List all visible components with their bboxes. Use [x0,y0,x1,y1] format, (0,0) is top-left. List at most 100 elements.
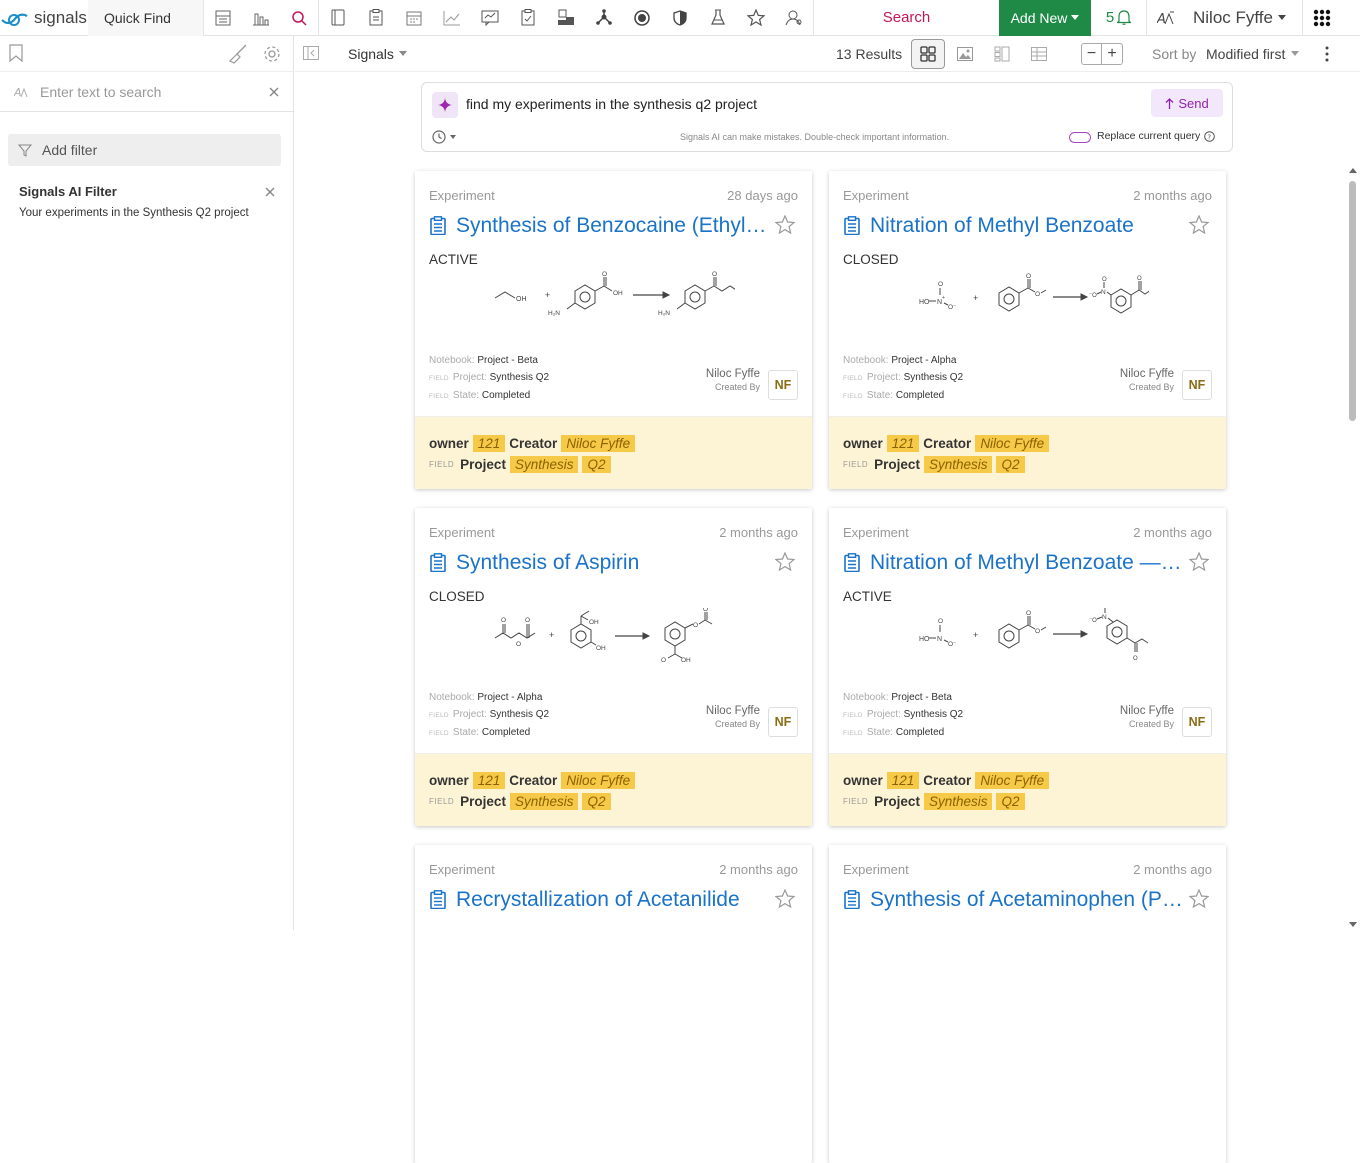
notebook-value[interactable]: Project - Beta [477,355,538,366]
remove-ai-filter-icon[interactable] [265,187,275,197]
ai-query-input[interactable]: find my experiments in the synthesis q2 … [466,96,757,112]
notifications-button[interactable]: 5 [1091,0,1147,36]
app-grid-icon[interactable] [1303,0,1341,36]
results-scrollbar[interactable] [1346,165,1360,930]
add-new-button[interactable]: Add New [999,0,1091,36]
view-mode-switcher [911,38,1059,69]
result-card[interactable]: Experiment 2 months ago Nitration of Methy… [829,508,1226,826]
zoom-out-button[interactable]: − [1082,43,1102,64]
collapse-sidebar-icon[interactable] [303,46,319,60]
card-title-link[interactable]: Synthesis of Benzocaine (Ethyl 4-aminobe… [456,214,771,238]
grid-icon [920,45,936,62]
ai-text-icon: A [14,86,28,99]
flask-icon[interactable] [699,0,737,36]
notebook-value[interactable]: Project - Alpha [477,692,542,703]
svg-text:O: O [1137,276,1142,282]
image-view-button[interactable] [948,39,982,69]
sort-dropdown[interactable]: Modified first [1206,46,1300,62]
results-toolbar: Signals 13 Results − + Sort by Modified … [295,36,1360,72]
history-dropdown[interactable] [432,130,456,144]
favorite-star-icon[interactable] [1189,889,1209,908]
top-search-link[interactable]: Search [813,0,999,36]
scroll-down-icon[interactable] [1346,920,1360,930]
replace-query-toggle[interactable] [1069,132,1091,143]
favorite-star-icon[interactable] [775,889,795,908]
avatar[interactable]: NF [768,707,798,737]
clipboard-icon[interactable] [357,0,395,36]
admin-icon[interactable] [775,0,813,36]
svg-text:O: O [525,617,530,624]
result-card[interactable]: Experiment 2 months ago Synthesis of Aceta… [829,845,1226,1163]
card-status: CLOSED [429,589,485,604]
result-card[interactable]: Experiment 2 months ago Nitration of Methy… [829,171,1226,489]
dashboard-icon[interactable] [204,0,242,36]
help-icon[interactable]: ? [1204,130,1216,142]
filter-funnel-icon [18,144,32,157]
scrollbar-thumb[interactable] [1349,181,1356,421]
highlight-match: Q2 [996,793,1025,810]
card-title-link[interactable]: Recrystallization of Acetanilide [456,888,771,912]
card-view-button[interactable] [911,38,945,69]
calendar-icon[interactable] [395,0,433,36]
shield-icon[interactable] [661,0,699,36]
source-dropdown[interactable]: Signals [348,46,407,62]
favorite-star-icon[interactable] [775,215,795,234]
sidebar-search-field[interactable]: A Enter text to search [0,72,293,112]
target-icon[interactable] [623,0,661,36]
result-card[interactable]: Experiment 28 days ago Synthesis of Benzoc… [415,171,812,489]
card-title-link[interactable]: Synthesis of Aspirin [456,551,771,575]
highlight-match: 121 [886,435,920,452]
add-filter-button[interactable]: Add filter [8,134,281,166]
svg-text:O: O [602,271,607,278]
favorite-star-icon[interactable] [775,552,795,571]
quick-find-button[interactable]: Quick Find [88,0,204,36]
notebook-value[interactable]: Project - Beta [891,692,952,703]
search-magnifier-icon[interactable] [280,0,318,36]
broom-icon[interactable] [228,44,248,64]
chat-icon[interactable] [471,0,509,36]
gear-icon[interactable] [262,44,282,64]
bookmark-icon[interactable] [9,44,23,62]
highlight-match: Niloc Fyffe [975,772,1050,789]
clear-search-icon[interactable] [269,87,279,97]
avatar[interactable]: NF [1182,370,1212,400]
favorite-star-icon[interactable] [1189,552,1209,571]
user-menu[interactable]: Niloc Fyffe [1185,0,1303,36]
star-icon[interactable] [737,0,775,36]
arrow-up-icon [1165,97,1174,109]
more-options-icon[interactable] [1325,46,1329,62]
reaction-scheme: HO N + O O⁻ + O O ⁻O N O O [889,271,1149,341]
notebook-icon[interactable] [319,0,357,36]
send-button[interactable]: Send [1151,89,1223,117]
signals-logo[interactable]: signals [0,0,88,36]
table-view-button[interactable] [1022,39,1056,69]
card-metadata: Notebook: Project - Alpha FIELD Project: S… [843,352,963,405]
svg-text:O: O [516,641,521,648]
notebook-label: Notebook: [429,355,475,366]
scroll-up-icon[interactable] [1346,165,1360,175]
card-type: Experiment [429,525,495,540]
hl-project-label: Project [460,794,506,809]
card-modified-date: 28 days ago [727,188,798,203]
hl-owner-label: owner [429,773,469,788]
avatar[interactable]: NF [1182,707,1212,737]
line-chart-icon[interactable] [433,0,471,36]
top-icon-toolbar [204,0,813,36]
avatar[interactable]: NF [768,370,798,400]
highlight-match: 121 [886,772,920,789]
detail-view-button[interactable] [985,39,1019,69]
card-title-link[interactable]: Nitration of Methyl Benzoate [870,214,1185,238]
network-icon[interactable] [585,0,623,36]
favorite-star-icon[interactable] [1189,215,1209,234]
materials-icon[interactable] [547,0,585,36]
card-title-link[interactable]: Synthesis of Acetaminophen (Paracetamol) [870,888,1185,912]
ai-assistant-icon[interactable]: A [1147,0,1185,36]
zoom-in-button[interactable]: + [1102,44,1122,64]
result-card[interactable]: Experiment 2 months ago Synthesis of Aspir… [415,508,812,826]
notebook-value[interactable]: Project - Alpha [891,355,956,366]
request-icon[interactable] [509,0,547,36]
card-title-link[interactable]: Nitration of Methyl Benzoate — Repeat [870,551,1185,575]
field-tag: FIELD [429,730,449,737]
result-card[interactable]: Experiment 2 months ago Recrystallization … [415,845,812,1163]
bar-chart-icon[interactable] [242,0,280,36]
